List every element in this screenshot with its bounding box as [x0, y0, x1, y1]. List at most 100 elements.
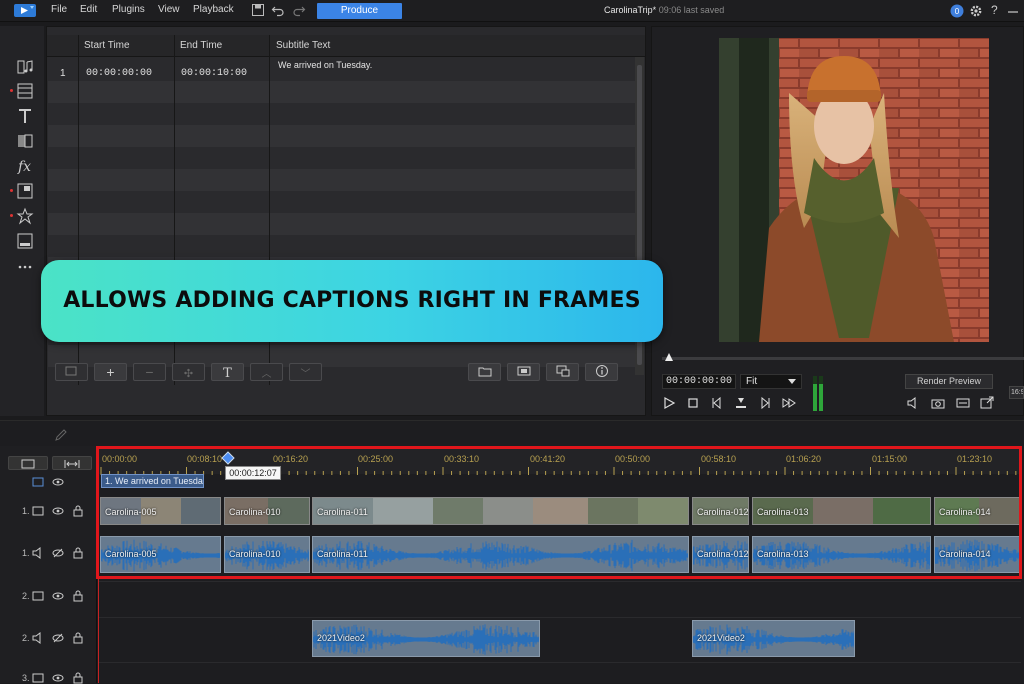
visibility-eye-icon[interactable]: [52, 672, 64, 684]
audio-clip[interactable]: 2021Video2: [692, 620, 855, 657]
menu-file[interactable]: File: [51, 4, 67, 15]
row-subtitle-text[interactable]: We arrived on Tuesday.: [278, 60, 372, 70]
preview-scrubber[interactable]: [662, 357, 1024, 360]
chevron-down-icon: ﹀: [300, 369, 311, 380]
display-settings-icon[interactable]: [956, 396, 970, 410]
subtitle-panel: Start Time End Time Subtitle Text 1 00:0…: [46, 26, 646, 416]
info-icon: [595, 365, 608, 377]
audio-meter: [813, 376, 823, 411]
minimize-icon[interactable]: [1006, 4, 1020, 18]
highlight-box: [96, 446, 1022, 579]
text-format-button[interactable]: T: [211, 363, 244, 381]
col-subtitle-text[interactable]: Subtitle Text: [276, 40, 330, 51]
more-rooms-icon[interactable]: [16, 258, 34, 276]
track-separator: [99, 662, 1021, 663]
pen-tool-icon[interactable]: [54, 428, 68, 442]
track-separator: [99, 617, 1021, 618]
audio-track-2: 2021Video2 2021Video2: [99, 620, 1021, 657]
produce-button[interactable]: Produce: [317, 3, 402, 19]
next-frame-icon[interactable]: [758, 396, 772, 410]
play-icon[interactable]: [662, 396, 676, 410]
lock-icon[interactable]: [72, 505, 84, 517]
add-subtitle-button[interactable]: +: [94, 363, 127, 381]
col-start-time[interactable]: Start Time: [84, 40, 130, 51]
scrubber-thumb-icon[interactable]: [664, 352, 674, 362]
audio-clip-label: 2021Video2: [317, 633, 365, 643]
svg-text:0: 0: [955, 7, 960, 16]
snapshot-camera-icon[interactable]: [931, 396, 945, 410]
menu-view[interactable]: View: [158, 4, 180, 15]
mute-eye-icon[interactable]: [52, 547, 64, 559]
app-logo-icon[interactable]: [14, 3, 36, 18]
mute-eye-icon[interactable]: [52, 632, 64, 644]
project-title: CarolinaTrip* 09:06 last saved: [604, 5, 724, 15]
track-manager-icon: [21, 459, 35, 469]
redo-icon[interactable]: [292, 3, 306, 17]
svg-text:fx: fx: [17, 159, 31, 175]
audio-track-icon: [32, 632, 41, 644]
indicator-dot: [10, 214, 13, 217]
audio-clip[interactable]: 2021Video2: [312, 620, 540, 657]
import-subtitle-button[interactable]: [55, 363, 88, 381]
title-room-icon[interactable]: [16, 107, 34, 125]
visibility-eye-icon[interactable]: [52, 505, 64, 517]
row-start-time[interactable]: 00:00:00:00: [86, 68, 152, 79]
fit-select[interactable]: Fit: [740, 374, 802, 389]
track-number: 1.: [22, 548, 30, 558]
settings-gear-icon[interactable]: [969, 4, 983, 18]
undock-preview-icon[interactable]: [980, 396, 994, 410]
stop-icon[interactable]: [686, 396, 700, 410]
help-icon[interactable]: ?: [991, 3, 998, 17]
open-file-button[interactable]: [468, 363, 501, 381]
timeline-toolbar: [0, 420, 1024, 446]
lock-icon[interactable]: [72, 590, 84, 602]
track-manager-button[interactable]: [8, 456, 48, 470]
subtitle-room-icon[interactable]: [16, 232, 34, 250]
subtitle-export-button[interactable]: [507, 363, 540, 381]
track-number: 3.: [22, 673, 30, 683]
media-room-icon[interactable]: [16, 58, 34, 76]
track-number: 2.: [22, 591, 30, 601]
render-preview-button[interactable]: Render Preview: [905, 374, 993, 389]
lock-icon[interactable]: [72, 547, 84, 559]
remove-subtitle-button[interactable]: −: [133, 363, 166, 381]
visibility-eye-icon[interactable]: [52, 590, 64, 602]
aspect-ratio-button[interactable]: 16:9: [1009, 386, 1024, 399]
fit-timeline-button[interactable]: [52, 456, 92, 470]
visibility-eye-icon[interactable]: [52, 477, 64, 487]
col-end-time[interactable]: End Time: [180, 40, 222, 51]
menu-edit[interactable]: Edit: [80, 4, 97, 15]
subtitle-sync-button[interactable]: [546, 363, 579, 381]
fx-room-icon[interactable]: fx: [16, 157, 34, 175]
fast-forward-icon[interactable]: [782, 396, 796, 410]
lock-icon[interactable]: [72, 632, 84, 644]
split-icon[interactable]: [734, 396, 748, 410]
transition-room-icon[interactable]: [16, 132, 34, 150]
playhead-line: [98, 576, 99, 683]
plus-icon: +: [106, 364, 115, 380]
particle-room-icon[interactable]: [16, 207, 34, 225]
info-button[interactable]: [585, 363, 618, 381]
volume-icon[interactable]: [906, 396, 920, 410]
save-icon[interactable]: [251, 3, 265, 17]
menu-plugins[interactable]: Plugins: [112, 4, 145, 15]
templates-room-icon[interactable]: [16, 82, 34, 100]
audio-clip-label: 2021Video2: [697, 633, 745, 643]
pip-room-icon[interactable]: [16, 182, 34, 200]
fit-width-icon: [64, 460, 80, 468]
move-down-button[interactable]: ﹀: [289, 363, 322, 381]
merge-subtitle-button[interactable]: ✣: [172, 363, 205, 381]
row-index: 1: [60, 68, 66, 79]
move-up-button[interactable]: ︿: [250, 363, 283, 381]
preview-frame-image: [719, 38, 989, 342]
notification-icon[interactable]: 0: [950, 4, 964, 18]
lock-icon[interactable]: [72, 672, 84, 684]
video-track-icon: [32, 506, 44, 516]
undo-icon[interactable]: [271, 3, 285, 17]
row-end-time[interactable]: 00:00:10:00: [181, 68, 247, 79]
preview-timecode[interactable]: 00:00:00:00: [662, 374, 736, 389]
previous-frame-icon[interactable]: [710, 396, 724, 410]
menu-playback[interactable]: Playback: [193, 4, 234, 15]
table-row-stripe: [48, 169, 636, 191]
move-icon: ✣: [183, 368, 194, 380]
